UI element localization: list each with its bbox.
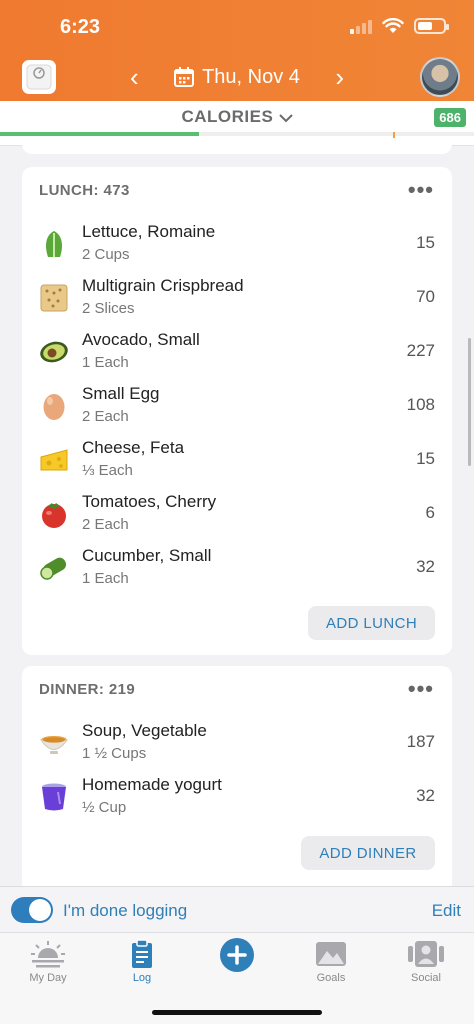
cellular-signal-icon: [350, 18, 372, 34]
edit-link[interactable]: Edit: [432, 901, 461, 921]
food-quantity: 2 Each: [82, 516, 129, 533]
crispbread-icon: [39, 283, 69, 313]
food-name: Lettuce, Romaine: [82, 222, 216, 241]
lettuce-icon: [39, 229, 69, 259]
lunch-more-icon[interactable]: •••: [408, 177, 434, 203]
calories-dropdown[interactable]: CALORIES: [0, 107, 474, 127]
calendar-icon: [174, 67, 195, 87]
food-name: Cheese, Feta: [82, 438, 185, 457]
food-quantity: ⅓ Each: [82, 462, 133, 479]
wifi-icon: [382, 18, 404, 33]
done-logging-toggle[interactable]: [11, 897, 53, 923]
tab-log[interactable]: Log: [102, 939, 182, 984]
food-row[interactable]: Homemade yogurt ½ Cup 32: [22, 770, 452, 824]
food-calories: 70: [416, 287, 435, 306]
cucumber-icon: [39, 553, 69, 583]
tomato-icon: [39, 499, 69, 529]
food-quantity: ½ Cup: [82, 799, 127, 816]
done-logging-bar: I'm done logging Edit: [0, 886, 474, 932]
food-calories: 15: [416, 233, 435, 252]
tab-social[interactable]: Social: [386, 939, 466, 984]
food-row[interactable]: Small Egg 2 Each 108: [22, 379, 452, 433]
food-calories: 15: [416, 449, 435, 468]
home-indicator: [152, 1010, 322, 1015]
scale-icon: [26, 64, 52, 90]
tab-label: Goals: [316, 972, 346, 984]
food-calories: 32: [416, 557, 435, 576]
food-row[interactable]: Multigrain Crispbread 2 Slices 70: [22, 271, 452, 325]
add-entry-plus-button[interactable]: [220, 938, 254, 972]
dinner-more-icon[interactable]: •••: [408, 676, 434, 702]
app-header: 6:23 ‹ Thu, Nov 4 ›: [0, 0, 474, 101]
food-name: Tomatoes, Cherry: [82, 492, 217, 511]
food-name: Soup, Vegetable: [82, 721, 207, 740]
dinner-title: DINNER: 219: [39, 681, 136, 698]
previous-day-chevron-icon[interactable]: ‹: [130, 64, 139, 90]
scrollbar[interactable]: [468, 338, 471, 466]
food-calories: 227: [406, 341, 435, 360]
date-navigator: ‹ Thu, Nov 4 ›: [130, 62, 344, 92]
lunch-card: LUNCH: 473 ••• Lettuce, Romaine 2 Cups 1…: [22, 167, 452, 655]
tab-goals[interactable]: Goals: [291, 939, 371, 984]
food-quantity: 1 ½ Cups: [82, 745, 147, 762]
food-name: Avocado, Small: [82, 330, 200, 349]
tab-label: Log: [132, 972, 152, 984]
egg-icon: [39, 391, 69, 421]
profile-avatar[interactable]: [420, 57, 460, 97]
food-row[interactable]: Cucumber, Small 1 Each 32: [22, 541, 452, 595]
food-name: Small Egg: [82, 384, 160, 403]
food-row[interactable]: Lettuce, Romaine 2 Cups 15: [22, 217, 452, 271]
calories-progress-bar: [0, 132, 474, 138]
tab-label: Social: [411, 972, 441, 984]
soup-bowl-icon: [39, 728, 69, 758]
cheese-icon: [39, 445, 69, 475]
food-quantity: 1 Each: [82, 354, 129, 371]
sunrise-icon: [8, 939, 88, 969]
food-quantity: 2 Slices: [82, 300, 135, 317]
calories-remaining-badge: 686: [434, 108, 466, 127]
toggle-knob: [29, 899, 51, 921]
food-calories: 108: [406, 395, 435, 414]
calories-label: CALORIES: [181, 107, 274, 126]
food-row[interactable]: Cheese, Feta ⅓ Each 15: [22, 433, 452, 487]
food-calories: 6: [425, 503, 435, 522]
done-logging-label[interactable]: I'm done logging: [63, 901, 187, 921]
previous-meal-card: [22, 140, 452, 154]
lunch-title: LUNCH: 473: [39, 182, 130, 199]
avocado-icon: [39, 337, 69, 367]
next-day-chevron-icon[interactable]: ›: [335, 64, 344, 90]
dinner-card: DINNER: 219 ••• Soup, Vegetable 1 ½ Cups…: [22, 666, 452, 886]
date-picker[interactable]: Thu, Nov 4: [174, 66, 300, 89]
food-quantity: 1 Each: [82, 570, 129, 587]
food-quantity: 2 Cups: [82, 246, 130, 263]
add-lunch-button[interactable]: ADD LUNCH: [308, 606, 435, 640]
food-calories: 32: [416, 786, 435, 805]
food-name: Cucumber, Small: [82, 546, 212, 565]
clipboard-icon: [102, 939, 182, 969]
chevron-down-icon: [278, 113, 293, 122]
food-row[interactable]: Avocado, Small 1 Each 227: [22, 325, 452, 379]
status-time: 6:23: [60, 16, 101, 38]
food-calories: 187: [406, 732, 435, 751]
mountain-icon: [291, 939, 371, 969]
current-date: Thu, Nov 4: [202, 65, 300, 88]
food-name: Homemade yogurt: [82, 775, 222, 794]
yogurt-cup-icon: [39, 782, 69, 812]
food-row[interactable]: Tomatoes, Cherry 2 Each 6: [22, 487, 452, 541]
add-dinner-button[interactable]: ADD DINNER: [301, 836, 435, 870]
battery-icon: [414, 18, 449, 34]
tab-my-day[interactable]: My Day: [8, 939, 88, 984]
people-icon: [386, 939, 466, 969]
tab-label: My Day: [29, 972, 67, 984]
scale-button[interactable]: [22, 60, 56, 94]
food-quantity: 2 Each: [82, 408, 129, 425]
calories-progress-fill: [0, 132, 200, 136]
plus-icon: [227, 945, 247, 965]
food-name: Multigrain Crispbread: [82, 276, 244, 295]
calories-goal-marker: [393, 132, 395, 138]
food-row[interactable]: Soup, Vegetable 1 ½ Cups 187: [22, 716, 452, 770]
status-icons: [350, 18, 449, 34]
